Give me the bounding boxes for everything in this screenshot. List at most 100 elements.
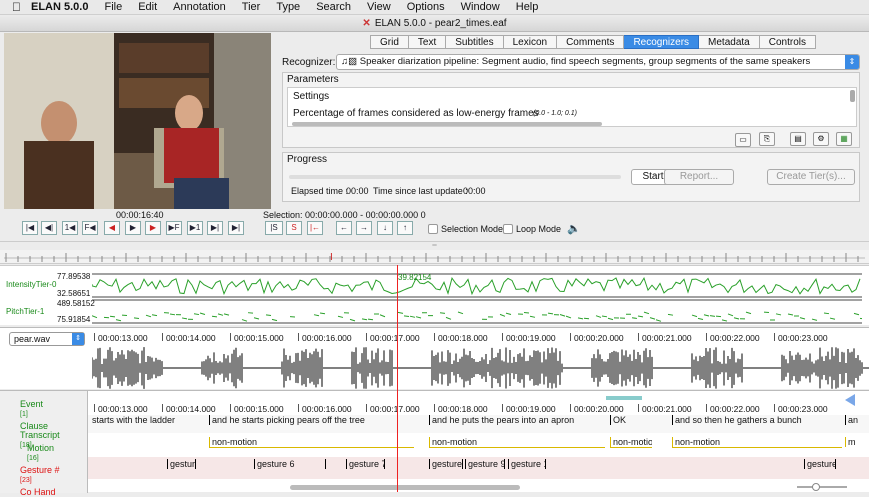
- horizontal-scrollbar[interactable]: [290, 485, 520, 490]
- menu-search[interactable]: Search: [308, 0, 359, 15]
- gear-icon[interactable]: ⚙: [813, 132, 829, 146]
- tab-text[interactable]: Text: [408, 35, 447, 49]
- app-menu[interactable]: ELAN 5.0.0: [21, 0, 96, 15]
- motion-annotation[interactable]: non-motion: [672, 437, 842, 448]
- menu-bar:  ELAN 5.0.0 File Edit Annotation Tier T…: [0, 0, 869, 15]
- menu-tier[interactable]: Tier: [234, 0, 269, 15]
- zoom-slider[interactable]: [797, 486, 847, 488]
- previous-second-icon[interactable]: 1◀: [62, 221, 78, 235]
- audio-file-select[interactable]: pear.wav ⇕: [9, 332, 85, 346]
- time-tick-label: 00:00:22.000: [710, 333, 760, 343]
- tier-motion[interactable]: Motion [16]: [27, 444, 54, 463]
- clause-annotation[interactable]: OK: [610, 415, 652, 425]
- tab-metadata[interactable]: Metadata: [699, 35, 760, 49]
- video-viewer[interactable]: [4, 33, 271, 209]
- clause-annotation[interactable]: an: [845, 415, 867, 425]
- playhead-cursor: [397, 265, 398, 492]
- next-f-icon[interactable]: ▶F: [166, 221, 182, 235]
- tab-grid[interactable]: Grid: [370, 35, 409, 49]
- tier-event[interactable]: Event [1]: [20, 400, 43, 419]
- go-to-begin-icon[interactable]: |◀: [22, 221, 38, 235]
- menu-view[interactable]: View: [359, 0, 399, 15]
- tab-subtitles[interactable]: Subtitles: [446, 35, 504, 49]
- update-label: Time since last update :: [373, 186, 468, 196]
- clause-annotation[interactable]: starts with the ladder: [90, 415, 208, 425]
- up-arrow-icon[interactable]: ↑: [397, 221, 413, 235]
- report-button[interactable]: Report...: [664, 169, 734, 185]
- motion-annotation[interactable]: non-motion: [610, 437, 652, 448]
- time-tick-label: 00:00:14.000: [166, 404, 216, 414]
- tier-co-hand[interactable]: Co Hand: [20, 488, 56, 497]
- previous-frame-icon[interactable]: ◀|: [41, 221, 57, 235]
- menu-edit[interactable]: Edit: [130, 0, 165, 15]
- scroll-arrow-icon[interactable]: [845, 394, 855, 406]
- time-tick-label: 00:00:21.000: [642, 404, 692, 414]
- create-tiers-button[interactable]: Create Tier(s)...: [767, 169, 855, 185]
- gesture-annotation[interactable]: gesture: [429, 459, 463, 469]
- event-annotation[interactable]: [606, 396, 642, 400]
- motion-annotation[interactable]: non-motion: [429, 437, 605, 448]
- menu-help[interactable]: Help: [508, 0, 547, 15]
- tab-controls[interactable]: Controls: [759, 35, 816, 49]
- progress-title: Progress: [287, 154, 328, 165]
- clause-annotation[interactable]: and so then he gathers a bunch: [672, 415, 842, 425]
- go-to-end-icon[interactable]: ▶|: [228, 221, 244, 235]
- menu-type[interactable]: Type: [268, 0, 308, 15]
- timeseries-viewer[interactable]: 77.89538 32.58651 IntensityTier-0 489.58…: [0, 265, 869, 325]
- grid-icon[interactable]: ▦: [836, 132, 852, 146]
- clause-annotation[interactable]: and he starts picking pears off the tree: [209, 415, 414, 425]
- tab-recognizers[interactable]: Recognizers: [624, 35, 700, 49]
- time-tick-mark: [230, 333, 231, 341]
- down-arrow-icon[interactable]: ↓: [377, 221, 393, 235]
- settings-scrollbar[interactable]: [850, 90, 855, 102]
- next-second-icon[interactable]: ▶1: [187, 221, 203, 235]
- annotation-tiers[interactable]: Event [1] Clause Transcript [18] Motion [16…: [0, 390, 869, 497]
- gesture-annotation[interactable]: gesture 6: [254, 459, 326, 469]
- waveform-viewer[interactable]: pear.wav ⇕ 00:00:13.000 00:00:14.000 00:00…: [0, 327, 869, 389]
- menu-window[interactable]: Window: [453, 0, 508, 15]
- selection-readout: Selection: 00:00:00.000 - 00:00:00.000 0: [263, 210, 426, 220]
- apple-icon[interactable]: : [0, 0, 21, 14]
- splitter[interactable]: ═: [0, 241, 869, 249]
- time-tick-mark: [94, 404, 95, 412]
- selection-mode-label: Selection Mode: [441, 224, 504, 234]
- clear-selection-icon[interactable]: S: [286, 221, 302, 235]
- gesture-annotation[interactable]: gesture 9: [465, 459, 505, 469]
- gesture-annotation[interactable]: gesture: [804, 459, 836, 469]
- motion-annotation[interactable]: m: [845, 437, 867, 447]
- previous-f-icon[interactable]: F◀: [82, 221, 98, 235]
- time-tick-mark: [638, 404, 639, 412]
- recognizer-select[interactable]: ♫▧ Speaker diarization pipeline: Segment…: [336, 54, 860, 70]
- time-tick-mark: [638, 333, 639, 341]
- time-tick-mark: [366, 404, 367, 412]
- right-arrow-icon[interactable]: →: [356, 221, 372, 235]
- motion-annotation[interactable]: non-motion: [209, 437, 414, 448]
- play-icon[interactable]: ▶: [125, 221, 141, 235]
- menu-annotation[interactable]: Annotation: [165, 0, 234, 15]
- save-icon[interactable]: ▤: [790, 132, 806, 146]
- load-icon[interactable]: ▭: [735, 133, 751, 147]
- tab-lexicon[interactable]: Lexicon: [503, 35, 558, 49]
- selection-boundary-icon[interactable]: |←: [307, 221, 323, 235]
- copy-icon[interactable]: ⎘: [759, 132, 775, 146]
- left-arrow-icon[interactable]: ←: [336, 221, 352, 235]
- menu-file[interactable]: File: [96, 0, 130, 15]
- timeline-ruler[interactable]: I: [0, 250, 869, 264]
- clause-annotation[interactable]: and he puts the pears into an apron: [429, 415, 605, 425]
- selection-start-icon[interactable]: |S: [265, 221, 283, 235]
- gesture-annotation[interactable]: gestur: [167, 459, 196, 469]
- play-selection-icon[interactable]: ▶: [145, 221, 161, 235]
- settings-hscrollbar[interactable]: [292, 122, 602, 126]
- play-back-icon[interactable]: ◀: [104, 221, 120, 235]
- volume-icon[interactable]: 🔈: [567, 222, 581, 235]
- loop-mode-checkbox[interactable]: [503, 224, 513, 234]
- zoom-slider-thumb[interactable]: [812, 483, 820, 491]
- menu-options[interactable]: Options: [399, 0, 453, 15]
- tab-comments[interactable]: Comments: [557, 35, 625, 49]
- gesture-annotation[interactable]: gesture 7: [346, 459, 385, 469]
- tier-gesture[interactable]: Gesture # [23]: [20, 466, 60, 485]
- next-frame-icon[interactable]: ▶|: [207, 221, 223, 235]
- selection-mode-checkbox[interactable]: [428, 224, 438, 234]
- gesture-annotation[interactable]: gesture 1: [508, 459, 546, 469]
- intensity-pitch-plot: [92, 273, 862, 324]
